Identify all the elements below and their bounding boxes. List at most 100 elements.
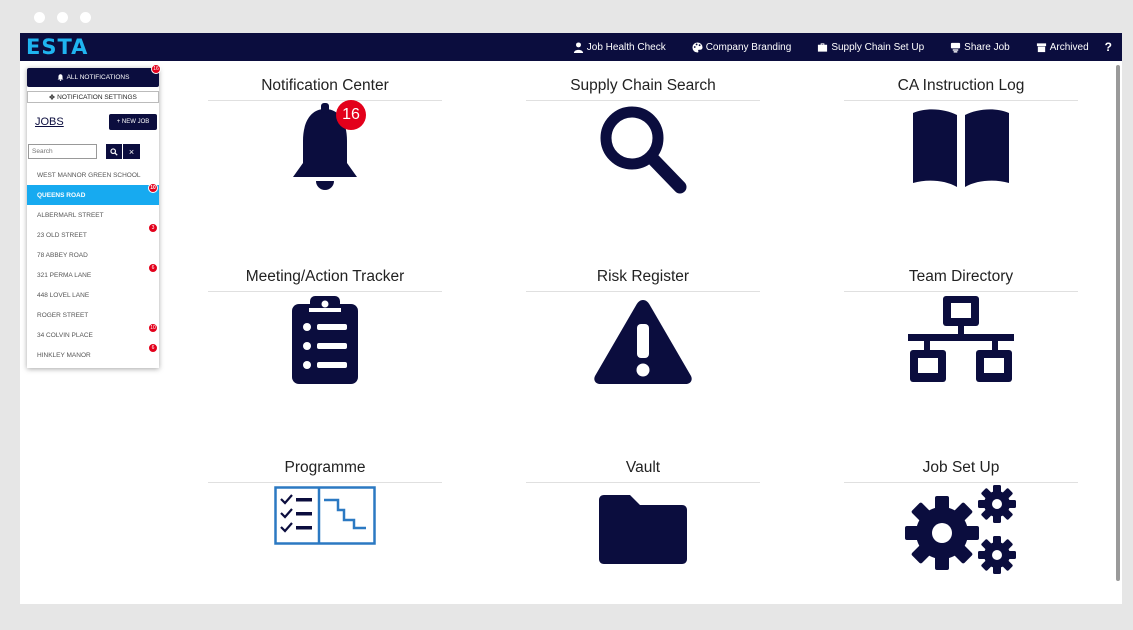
- window-controls: [34, 12, 91, 23]
- list-item[interactable]: WEST MANNOR GREEN SCHOOL: [27, 165, 159, 185]
- job-name: ROGER STREET: [37, 311, 89, 319]
- window-dot-minimize[interactable]: [57, 12, 68, 23]
- tile-vault[interactable]: Vault: [526, 457, 760, 604]
- tile-divider: [526, 100, 760, 101]
- job-name: 448 LOVEL LANE: [37, 291, 90, 299]
- notification-count-badge: 16: [336, 100, 366, 130]
- tile-title: Notification Center: [261, 77, 389, 94]
- archived-link[interactable]: Archived: [1036, 42, 1089, 53]
- supply-chain-setup-label: Supply Chain Set Up: [831, 41, 925, 53]
- tile-divider: [526, 291, 760, 292]
- close-icon: ×: [128, 146, 135, 157]
- tile-title: Supply Chain Search: [570, 77, 716, 94]
- job-health-check-link[interactable]: Job Health Check: [573, 42, 666, 53]
- tile-title: Team Directory: [908, 268, 1014, 285]
- top-navigation-bar: ESTA Job Health Check Company Branding S…: [20, 33, 1122, 61]
- list-item[interactable]: 321 PERMA LANE 6: [27, 263, 159, 285]
- gear-icon: [49, 94, 55, 100]
- top-nav-links: Job Health Check Company Branding Supply…: [573, 33, 1112, 61]
- supply-chain-setup-link[interactable]: Supply Chain Set Up: [817, 42, 924, 53]
- tile-divider: [844, 100, 1078, 101]
- tile-supply-chain-search[interactable]: Supply Chain Search: [526, 75, 760, 225]
- clear-search-button[interactable]: ×: [123, 144, 140, 159]
- tile-programme[interactable]: Programme: [208, 457, 442, 604]
- tile-divider: [208, 100, 442, 101]
- tile-ca-instruction-log[interactable]: CA Instruction Log: [844, 75, 1078, 225]
- gantt-checklist-icon: [274, 486, 376, 545]
- tile-title: CA Instruction Log: [897, 77, 1025, 94]
- new-job-button[interactable]: + NEW JOB: [109, 114, 157, 130]
- tile-divider: [208, 291, 442, 292]
- list-item[interactable]: HINKLEY MANOR 6: [27, 343, 159, 365]
- share-job-link[interactable]: Share Job: [950, 42, 1010, 53]
- tile-divider: [526, 482, 760, 483]
- job-notification-badge: 10: [148, 323, 158, 333]
- job-name: 321 PERMA LANE: [37, 271, 92, 279]
- notification-settings-label: NOTIFICATION SETTINGS: [57, 93, 137, 101]
- warning-icon: [594, 300, 692, 384]
- esta-logo[interactable]: ESTA: [26, 35, 88, 59]
- main-scrollbar[interactable]: [1116, 65, 1120, 581]
- jobs-side-panel: ALL NOTIFICATIONS 16 NOTIFICATION SETTIN…: [27, 64, 161, 368]
- tile-divider: [208, 482, 442, 483]
- network-icon: [908, 296, 1014, 382]
- jobs-heading[interactable]: JOBS: [35, 116, 64, 128]
- tile-risk-register[interactable]: Risk Register: [526, 266, 760, 416]
- company-branding-label: Company Branding: [705, 41, 792, 53]
- list-item[interactable]: 448 LOVEL LANE: [27, 285, 159, 305]
- help-button[interactable]: ?: [1105, 40, 1112, 54]
- search-icon: [110, 147, 118, 156]
- list-item[interactable]: ALBERMARL STREET: [27, 205, 159, 225]
- job-notification-badge: 6: [148, 263, 158, 273]
- tile-team-directory[interactable]: Team Directory: [844, 266, 1078, 416]
- company-branding-link[interactable]: Company Branding: [692, 41, 792, 53]
- tile-divider: [844, 291, 1078, 292]
- job-name: ALBERMARL STREET: [37, 211, 104, 219]
- list-item[interactable]: ROGER STREET: [27, 305, 159, 325]
- tile-title: Programme: [284, 459, 366, 476]
- window-dot-maximize[interactable]: [80, 12, 91, 23]
- job-notification-badge: 3: [148, 223, 158, 233]
- list-item[interactable]: QUEENS ROAD 10: [27, 183, 159, 205]
- job-notification-badge: 6: [148, 343, 158, 353]
- all-notifications-count-badge: 16: [151, 64, 161, 74]
- share-icon: [951, 42, 961, 53]
- tile-notification-center[interactable]: Notification Center 16: [208, 75, 442, 225]
- tile-title: Vault: [625, 459, 661, 476]
- palette-icon: [692, 41, 703, 53]
- tile-title: Meeting/Action Tracker: [245, 268, 405, 285]
- job-name: HINKLEY MANOR: [37, 351, 91, 359]
- job-list: WEST MANNOR GREEN SCHOOL QUEENS ROAD 10 A…: [27, 165, 159, 365]
- job-name: WEST MANNOR GREEN SCHOOL: [37, 171, 141, 179]
- bell-icon: [57, 74, 63, 81]
- folder-icon: [599, 495, 687, 564]
- all-notifications-label: ALL NOTIFICATIONS: [66, 74, 130, 81]
- share-job-label: Share Job: [964, 41, 1010, 53]
- tile-meeting-action-tracker[interactable]: Meeting/Action Tracker: [208, 266, 442, 416]
- list-item[interactable]: 34 COLVIN PLACE 10: [27, 323, 159, 345]
- window-dot-close[interactable]: [34, 12, 45, 23]
- tile-job-set-up[interactable]: Job Set Up: [844, 457, 1078, 604]
- list-item[interactable]: 23 OLD STREET 3: [27, 223, 159, 245]
- job-name: 23 OLD STREET: [37, 231, 87, 239]
- job-health-check-label: Job Health Check: [586, 41, 666, 53]
- job-name: 78 ABBEY ROAD: [37, 251, 88, 259]
- app-window: ESTA Job Health Check Company Branding S…: [20, 33, 1122, 604]
- tile-title: Job Set Up: [922, 459, 1000, 476]
- job-name: 34 COLVIN PLACE: [37, 331, 93, 339]
- list-item[interactable]: 78 ABBEY ROAD: [27, 245, 159, 265]
- notification-settings-button[interactable]: NOTIFICATION SETTINGS: [27, 91, 159, 103]
- job-notification-badge: 10: [148, 183, 158, 193]
- all-notifications-button[interactable]: ALL NOTIFICATIONS 16: [27, 64, 161, 87]
- briefcase-icon: [818, 42, 828, 52]
- job-search-input[interactable]: [28, 144, 97, 159]
- archived-label: Archived: [1049, 41, 1089, 53]
- magnifier-icon: [600, 106, 687, 194]
- gears-icon: [905, 485, 1016, 574]
- clipboard-list-icon: [292, 296, 358, 384]
- book-icon: [913, 109, 1009, 187]
- job-name: QUEENS ROAD: [37, 191, 86, 199]
- user-icon: [573, 41, 583, 53]
- archive-icon: [1036, 42, 1046, 52]
- job-search-button[interactable]: [106, 144, 122, 159]
